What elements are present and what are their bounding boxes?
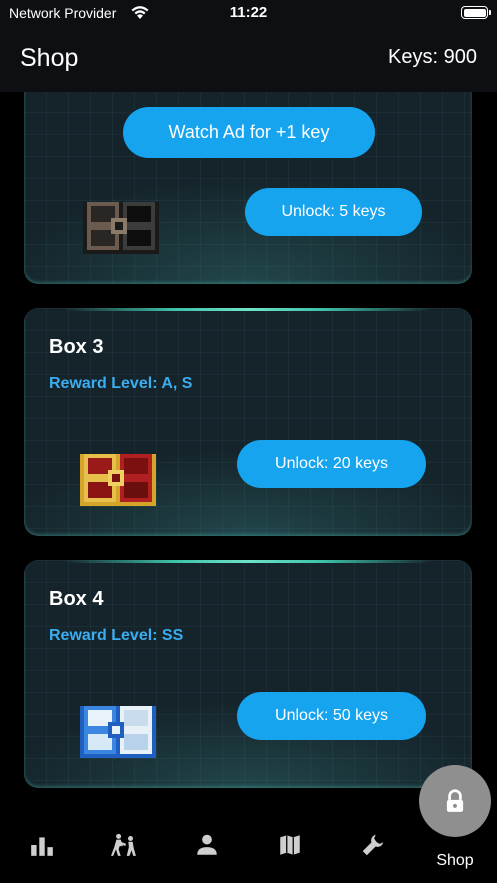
reward-level: Reward Level: SS bbox=[49, 627, 184, 644]
battery-icon bbox=[461, 6, 491, 19]
person-icon bbox=[197, 834, 217, 855]
clock: 11:22 bbox=[229, 4, 268, 21]
tab-shop-label: Shop bbox=[436, 852, 474, 869]
red-chest-icon bbox=[80, 454, 156, 506]
unlock-box-button[interactable]: Unlock: 50 keys bbox=[237, 692, 426, 740]
keys-counter: Keys: 900 bbox=[388, 46, 477, 68]
app-header: Shop Keys: 900 bbox=[0, 26, 497, 92]
map-icon bbox=[280, 835, 300, 855]
bar-chart-icon bbox=[31, 837, 53, 856]
tab-shop[interactable] bbox=[419, 765, 491, 837]
dark-chest-icon bbox=[83, 202, 159, 254]
blue-chest-icon bbox=[80, 706, 156, 758]
shop-list[interactable]: Watch Ad for +1 key Unlock: 5 keys Box 3… bbox=[0, 92, 497, 800]
box-card: Box 3 Reward Level: A, S Unlock: 20 keys bbox=[24, 308, 472, 536]
status-bar: Network Provider 11:22 bbox=[0, 0, 497, 26]
fight-icon bbox=[111, 833, 136, 856]
tab-map[interactable] bbox=[275, 830, 305, 860]
box-title: Box 4 bbox=[49, 588, 104, 610]
unlock-box-button[interactable]: Unlock: 5 keys bbox=[245, 188, 422, 236]
tab-stats[interactable] bbox=[27, 830, 57, 860]
page-title: Shop bbox=[20, 44, 79, 72]
tab-tools[interactable] bbox=[358, 830, 388, 860]
reward-level: Reward Level: A, S bbox=[49, 375, 193, 392]
watch-ad-button[interactable]: Watch Ad for +1 key bbox=[123, 107, 375, 158]
tab-bar: Shop bbox=[0, 765, 497, 883]
box-title: Box 3 bbox=[49, 336, 104, 358]
unlock-box-button[interactable]: Unlock: 20 keys bbox=[237, 440, 426, 488]
lock-icon bbox=[446, 789, 464, 812]
tab-profile[interactable] bbox=[192, 830, 222, 860]
box-card: Box 4 Reward Level: SS Unlock: 50 keys bbox=[24, 560, 472, 788]
wrench-icon bbox=[362, 834, 384, 856]
tab-battle[interactable] bbox=[109, 830, 139, 860]
